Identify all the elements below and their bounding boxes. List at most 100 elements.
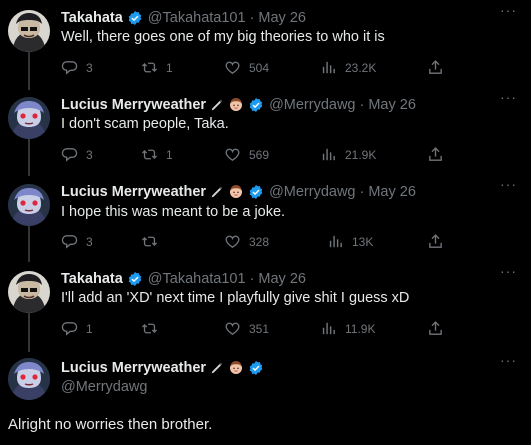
timestamp[interactable]: May 26 [258, 10, 306, 26]
action-bar: 1 351 11.9K [61, 320, 446, 338]
author-handle[interactable]: @Merrydawg [61, 379, 147, 395]
more-icon[interactable]: ··· [500, 176, 517, 192]
share-button[interactable] [427, 59, 444, 76]
timestamp[interactable]: May 26 [368, 184, 416, 200]
focused-tweet[interactable]: Lucius Merryweather ··· @Merrydawg Alrig… [0, 348, 531, 445]
reply-button[interactable]: 3 [61, 59, 93, 76]
repost-button[interactable]: 1 [141, 146, 173, 163]
like-count: 328 [249, 234, 270, 249]
share-icon [427, 59, 444, 76]
tweet[interactable]: Lucius Merryweather @Merrydawg · May 26 … [0, 87, 531, 174]
view-count: 23.2K [345, 60, 377, 75]
pen-emoji [209, 184, 225, 200]
more-icon[interactable]: ··· [500, 2, 517, 18]
repost-icon [141, 146, 158, 163]
like-icon [224, 320, 241, 337]
share-icon [427, 146, 444, 163]
action-bar: 3 1 569 21.9K [61, 146, 446, 164]
face-emoji [228, 184, 244, 200]
like-count: 569 [249, 147, 270, 162]
timestamp[interactable]: May 26 [368, 97, 416, 113]
reply-button[interactable]: 3 [61, 146, 93, 163]
like-button[interactable]: 504 [224, 59, 269, 76]
avatar[interactable] [8, 271, 50, 313]
tweet-text: I hope this was meant to be a joke. [61, 204, 286, 220]
repost-button[interactable] [141, 320, 158, 337]
views-button[interactable]: 13K [327, 233, 373, 250]
repost-button[interactable]: 1 [141, 59, 173, 76]
avatar[interactable] [8, 358, 50, 400]
views-icon [320, 59, 337, 76]
tweet[interactable]: Takahata @Takahata101 · May 26 ··· I'll … [0, 261, 531, 348]
author-handle[interactable]: @Merrydawg [269, 97, 355, 113]
author-name[interactable]: Lucius Merryweather [61, 97, 206, 113]
share-icon [427, 233, 444, 250]
avatar[interactable] [8, 184, 50, 226]
like-icon [224, 146, 241, 163]
share-icon [427, 320, 444, 337]
like-button[interactable]: 351 [224, 320, 269, 337]
author-handle[interactable]: @Takahata101 [148, 10, 246, 26]
like-count: 351 [249, 321, 270, 336]
author-name[interactable]: Lucius Merryweather [61, 360, 206, 376]
timestamp[interactable]: May 26 [258, 271, 306, 287]
pen-emoji [209, 97, 225, 113]
separator: · [249, 10, 255, 26]
tweet-text: Well, there goes one of my big theories … [61, 29, 385, 45]
reply-count: 3 [86, 60, 93, 75]
share-button[interactable] [427, 233, 444, 250]
tweet[interactable]: Takahata @Takahata101 · May 26 ··· Well,… [0, 0, 531, 87]
view-count: 13K [352, 234, 374, 249]
avatar[interactable] [8, 97, 50, 139]
reply-icon [61, 320, 78, 337]
verified-badge-icon [127, 271, 143, 287]
repost-button[interactable] [141, 233, 158, 250]
avatar[interactable] [8, 10, 50, 52]
author-name[interactable]: Takahata [61, 271, 123, 287]
face-emoji [228, 360, 244, 376]
tweet-text: I'll add an 'XD' next time I playfully g… [61, 290, 410, 306]
share-button[interactable] [427, 320, 444, 337]
views-icon [320, 320, 337, 337]
author-handle[interactable]: @Takahata101 [148, 271, 246, 287]
reply-count: 3 [86, 234, 93, 249]
reply-count: 1 [86, 321, 93, 336]
separator: · [249, 271, 255, 287]
author-name[interactable]: Lucius Merryweather [61, 184, 206, 200]
separator: · [359, 184, 365, 200]
views-button[interactable]: 11.9K [320, 320, 375, 337]
pen-emoji [209, 360, 225, 376]
reply-icon [61, 146, 78, 163]
views-icon [320, 146, 337, 163]
share-button[interactable] [427, 146, 444, 163]
reply-icon [61, 59, 78, 76]
like-icon [224, 233, 241, 250]
author-handle[interactable]: @Merrydawg [269, 184, 355, 200]
tweet[interactable]: Lucius Merryweather @Merrydawg · May 26 … [0, 174, 531, 261]
verified-badge-icon [248, 97, 264, 113]
reply-count: 3 [86, 147, 93, 162]
reply-button[interactable]: 3 [61, 233, 93, 250]
separator: · [359, 97, 365, 113]
views-button[interactable]: 21.9K [320, 146, 376, 163]
face-emoji [228, 97, 244, 113]
reply-icon [61, 233, 78, 250]
like-icon [224, 59, 241, 76]
tweet-text: Alright no worries then brother. [8, 416, 213, 433]
views-icon [327, 233, 344, 250]
reply-button[interactable]: 1 [61, 320, 93, 337]
tweet-text: I don't scam people, Taka. [61, 116, 229, 132]
author-name[interactable]: Takahata [61, 10, 123, 26]
like-button[interactable]: 328 [224, 233, 269, 250]
like-button[interactable]: 569 [224, 146, 269, 163]
more-icon[interactable]: ··· [500, 89, 517, 105]
views-button[interactable]: 23.2K [320, 59, 376, 76]
more-icon[interactable]: ··· [500, 352, 517, 368]
view-count: 11.9K [345, 321, 376, 336]
action-bar: 3 328 13K [61, 233, 446, 251]
repost-icon [141, 320, 158, 337]
repost-icon [141, 59, 158, 76]
verified-badge-icon [248, 184, 264, 200]
more-icon[interactable]: ··· [500, 263, 517, 279]
repost-count: 1 [166, 60, 173, 75]
